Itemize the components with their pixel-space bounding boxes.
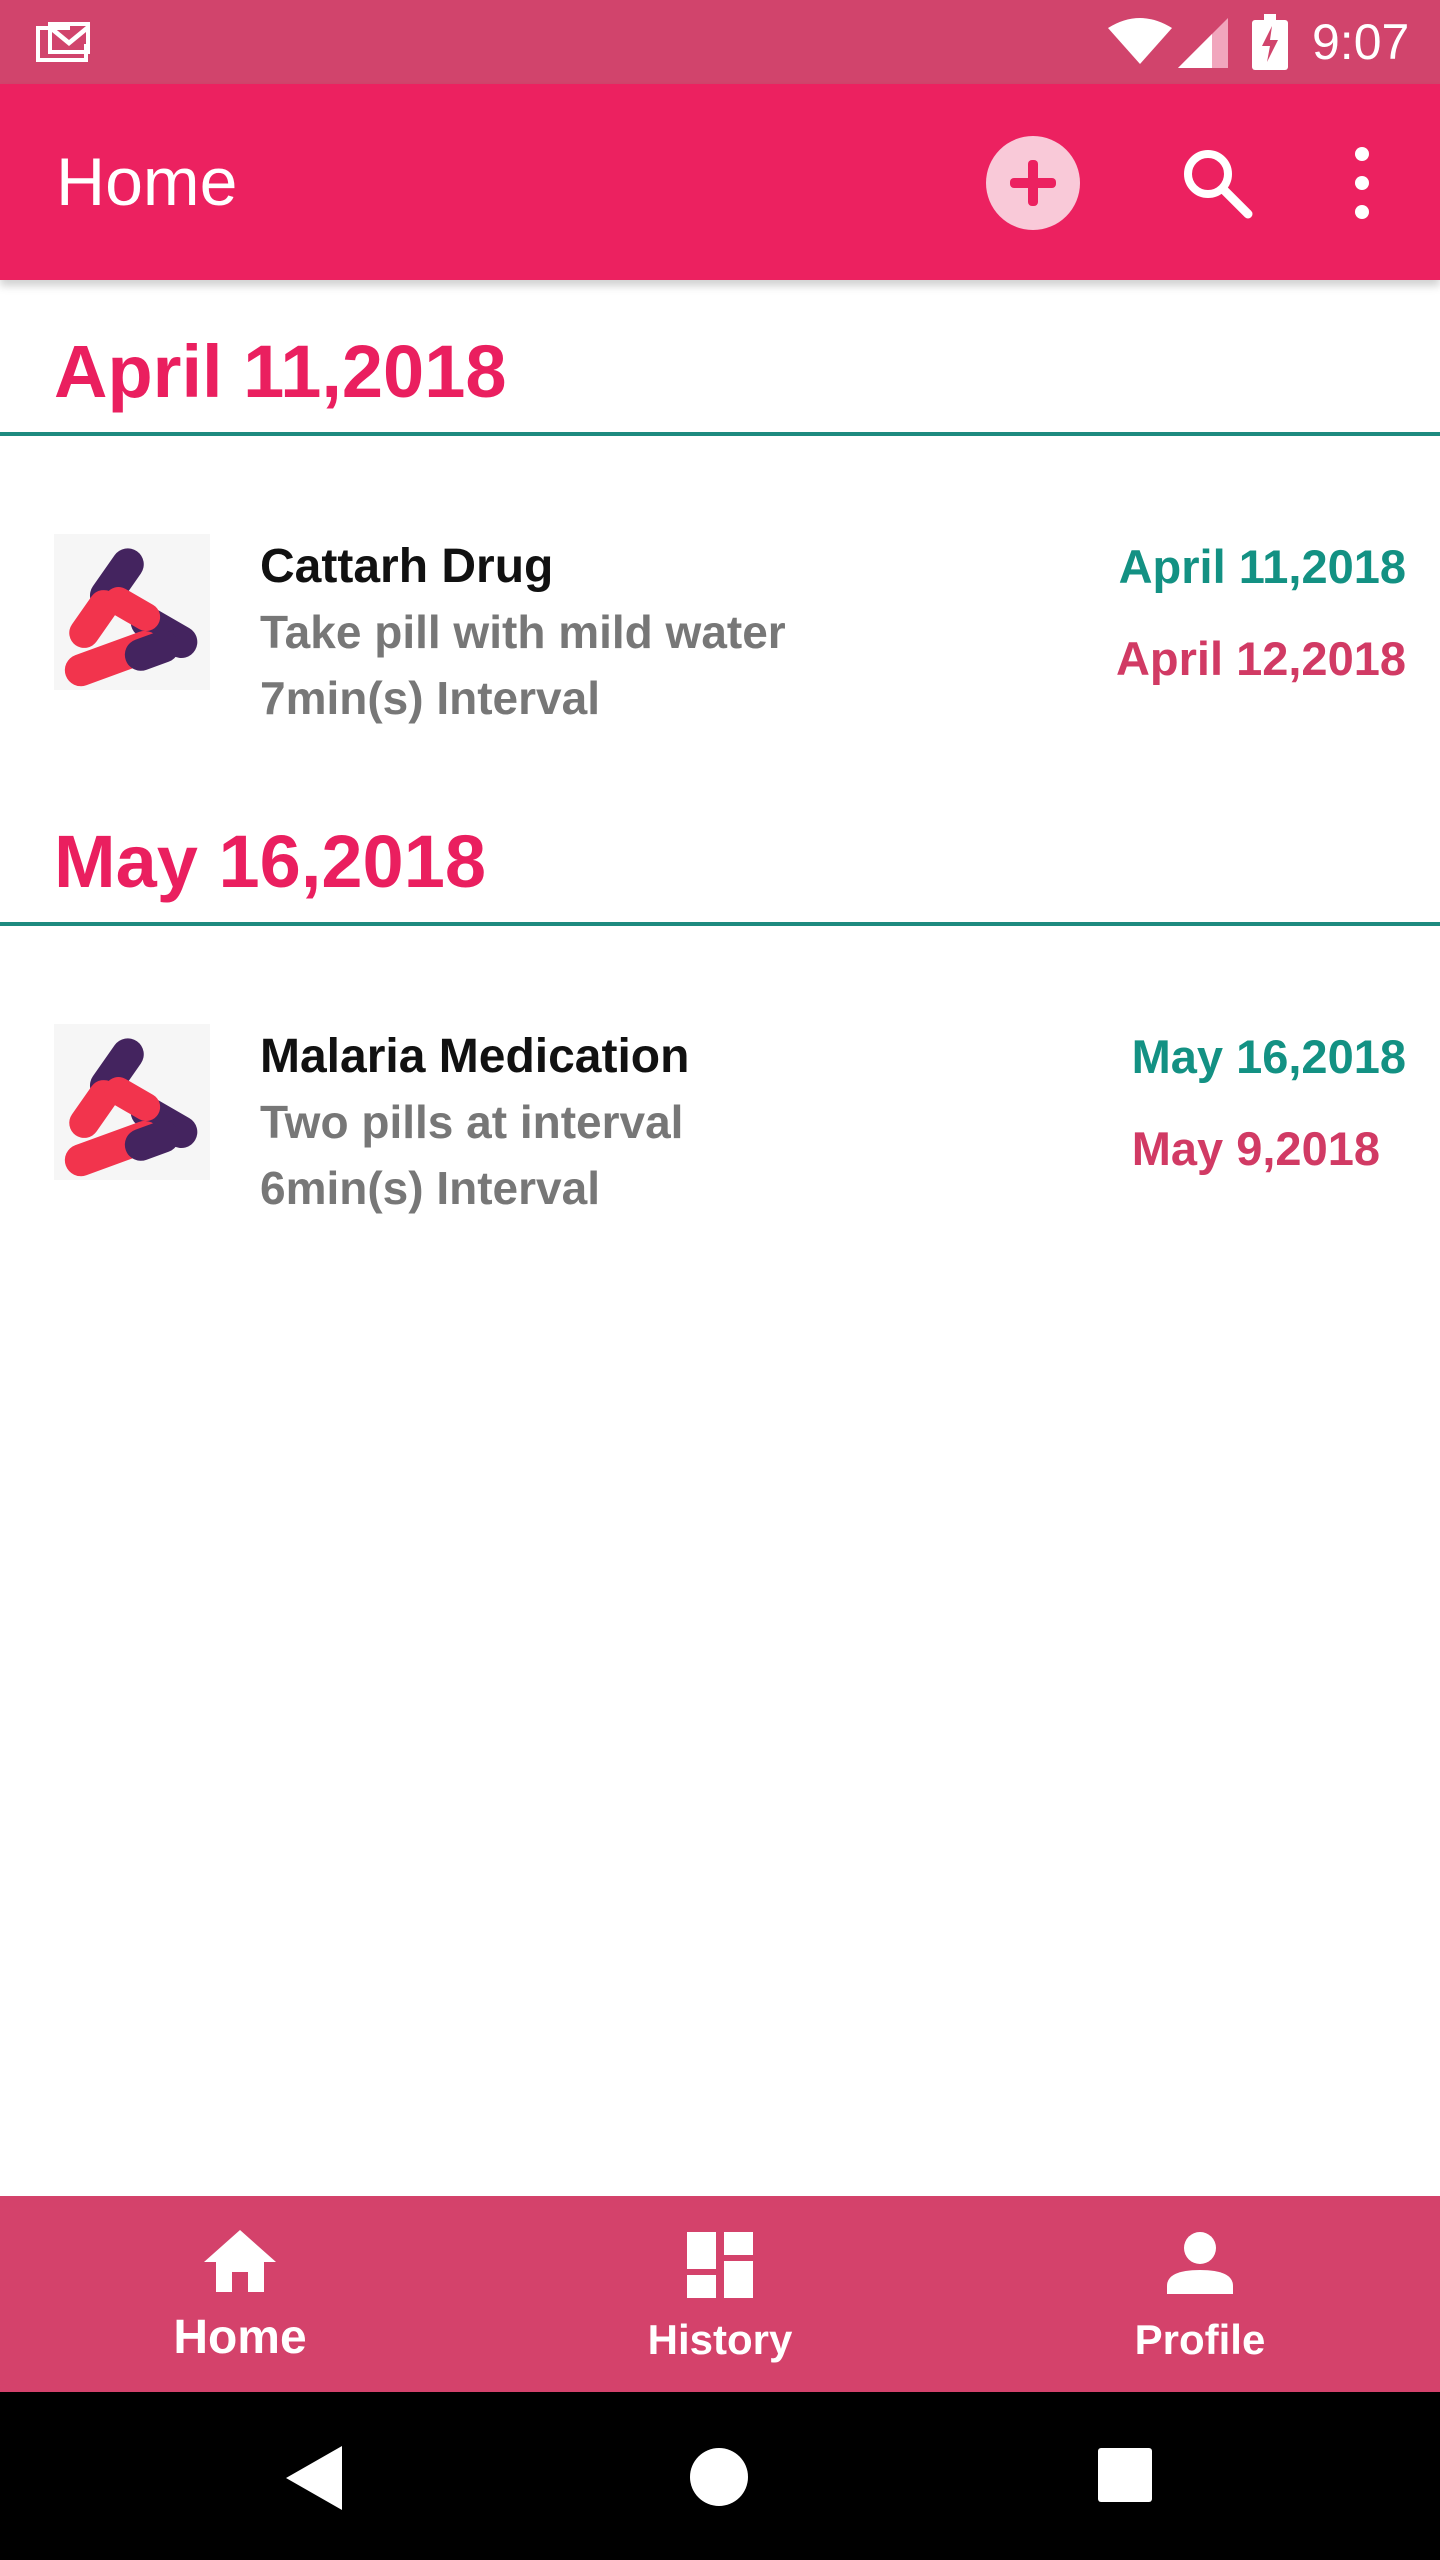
section-divider — [0, 922, 1440, 926]
back-icon[interactable] — [286, 2446, 342, 2510]
battery-charging-icon — [1252, 14, 1288, 70]
status-bar: 9:07 — [0, 0, 1440, 84]
section-divider — [0, 432, 1440, 436]
page-title: Home — [56, 144, 238, 220]
date-section-header: April 11,2018 — [0, 330, 1440, 413]
wifi-icon — [1108, 18, 1172, 64]
medication-list-item[interactable]: Cattarh Drug Take pill with mild water 7… — [0, 534, 1440, 754]
nav-label-home: Home — [173, 2311, 307, 2364]
add-button[interactable] — [986, 136, 1080, 230]
medication-name: Malaria Medication — [260, 1030, 690, 1083]
section-date: May 16,2018 — [54, 820, 487, 903]
nav-item-profile[interactable]: Profile — [1050, 2196, 1350, 2392]
section-date: April 11,2018 — [54, 330, 507, 413]
bottom-navigation: Home History Profile — [0, 2196, 1440, 2392]
status-time: 9:07 — [1312, 14, 1410, 70]
medication-description: Two pills at interval — [260, 1096, 684, 1148]
nav-item-history[interactable]: History — [570, 2196, 870, 2392]
end-date: May 9,2018 — [1131, 1122, 1380, 1175]
nav-item-home[interactable]: Home — [90, 2196, 390, 2392]
person-icon — [1167, 2232, 1233, 2294]
medication-list-item[interactable]: Malaria Medication Two pills at interval… — [0, 1024, 1440, 1244]
dashboard-icon — [687, 2232, 753, 2298]
pill-icon — [54, 1024, 210, 1180]
end-date: April 12,2018 — [1115, 632, 1406, 685]
add-icon — [1010, 160, 1056, 206]
more-vert-icon[interactable] — [1336, 140, 1388, 226]
nav-label-history: History — [647, 2316, 793, 2363]
date-section-header: May 16,2018 — [0, 820, 1440, 903]
pill-icon — [54, 534, 210, 690]
cell-signal-icon — [1178, 18, 1228, 68]
medication-interval: 6min(s) Interval — [260, 1162, 600, 1214]
nav-label-profile: Profile — [1134, 2316, 1266, 2363]
recents-square-icon[interactable] — [1098, 2448, 1152, 2502]
start-date: April 11,2018 — [1118, 540, 1406, 593]
medication-description: Take pill with mild water — [260, 606, 786, 658]
medication-name: Cattarh Drug — [260, 540, 554, 593]
app-bar: Home — [0, 84, 1440, 280]
search-icon[interactable] — [1178, 144, 1256, 222]
gmail-notification-icon — [36, 22, 90, 62]
medication-interval: 7min(s) Interval — [260, 672, 600, 724]
start-date: May 16,2018 — [1131, 1030, 1406, 1083]
home-circle-icon[interactable] — [690, 2448, 748, 2506]
home-icon — [204, 2230, 276, 2292]
system-navigation-bar — [0, 2392, 1440, 2560]
